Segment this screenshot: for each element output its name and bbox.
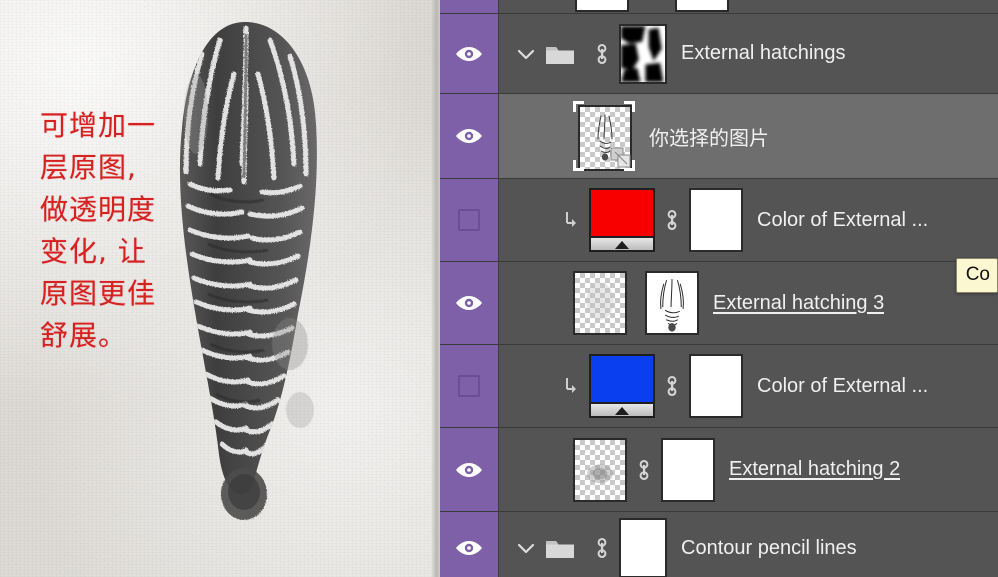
layer-row-content[interactable]: Contour pencil lines [499,512,998,577]
annotation-text: 可增加一 层原图, 做透明度 变化, 让 原图更佳 舒展。 [40,109,157,352]
clipping-mask-arrow-icon [566,378,576,393]
layers-panel[interactable]: External hatchings 你选择的图片 Color of Externa… [440,0,998,577]
color-swatch [591,190,653,236]
layer-row-partial-above[interactable] [440,0,998,14]
color-swatch [591,356,653,402]
visibility-cell[interactable] [440,0,499,13]
smart-object-thumbnail[interactable] [573,101,635,171]
layer-thumbnail[interactable] [573,437,627,502]
paper-right-edge [431,0,440,577]
layer-visibility-toggle-on[interactable] [440,428,499,511]
layer-row[interactable]: External hatching 3 [440,262,998,345]
chevron-down-icon [517,543,535,554]
gradient-slider-bar[interactable] [591,402,653,416]
layer-row-content[interactable]: External hatchings [499,14,998,93]
layer-mask-thumbnail[interactable] [689,354,743,418]
link-icon [597,537,607,559]
layer-name-label[interactable]: Contour pencil lines [681,537,857,560]
link-icon [597,43,607,64]
photoshop-layers-screen: 可增加一 层原图, 做透明度 变化, 让 原图更佳 舒展。 External h… [0,0,998,577]
layer-name-label[interactable]: Color of External ... [757,209,928,232]
transform-handle[interactable] [573,160,576,171]
layer-row[interactable]: External hatching 2 [440,428,998,512]
eye-icon [456,46,482,61]
layer-row[interactable]: External hatchings [440,14,998,94]
layer-mask-thumbnail[interactable] [619,518,667,577]
layer-mask-thumbnail[interactable] [619,23,667,84]
eye-icon [456,541,482,555]
canvas-pane[interactable]: 可增加一 层原图, 做透明度 变化, 让 原图更佳 舒展。 [0,0,440,577]
gradient-slider-bar[interactable] [591,236,653,250]
layer-row[interactable]: Color of External ... [440,179,998,262]
layer-visibility-toggle-off[interactable] [440,345,499,427]
layer-visibility-toggle-on[interactable] [440,262,499,344]
layer-visibility-toggle-on[interactable] [440,512,499,577]
clipping-mask-arrow-icon [566,212,576,227]
thumbnail-partial-b[interactable] [675,0,729,12]
link-icon [667,375,677,397]
layer-row[interactable]: 你选择的图片 [440,94,998,179]
layer-visibility-toggle-off[interactable] [440,179,499,261]
layer-row-content[interactable]: External hatching 3 [499,262,998,344]
layer-row-content[interactable]: Color of External ... [499,345,998,427]
smart-object-badge-icon [610,147,631,168]
layer-row-content[interactable]: 你选择的图片 [499,94,998,178]
layer-row-content[interactable]: External hatching 2 [499,428,998,511]
layer-name-label[interactable]: Color of External ... [757,375,928,398]
layer-name-label[interactable]: External hatching 2 [729,458,900,481]
layer-row[interactable]: Color of External ... [440,345,998,428]
layer-row-content[interactable]: Color of External ... [499,179,998,261]
layer-name-label[interactable]: External hatchings [681,42,846,65]
layer-mask-thumbnail[interactable] [661,437,715,502]
transform-handle[interactable] [632,160,635,171]
tooltip: Co [955,258,998,293]
chevron-down-icon [517,49,535,59]
eye-icon [456,462,482,477]
layer-name-label[interactable]: 你选择的图片 [649,122,769,151]
layer-name-label[interactable]: External hatching 3 [713,292,884,315]
transform-handle[interactable] [573,101,576,112]
thumbnail-partial-a[interactable] [575,0,629,12]
link-icon [667,209,677,231]
empty-checkbox-icon [458,209,480,231]
link-icon [639,459,649,480]
color-fill-thumbnail[interactable] [589,354,655,418]
layer-thumbnail[interactable] [573,271,627,335]
layer-mask-thumbnail[interactable] [689,188,743,252]
folder-icon [546,541,574,558]
empty-checkbox-icon [458,375,480,397]
color-fill-thumbnail[interactable] [589,188,655,252]
layer-visibility-toggle-on[interactable] [440,14,499,93]
layer-visibility-toggle-on[interactable] [440,94,499,178]
layer-row[interactable]: Contour pencil lines [440,512,998,577]
eye-icon [456,296,482,310]
eye-icon [456,129,482,143]
transform-handle[interactable] [632,101,635,112]
layer-mask-thumbnail[interactable] [645,271,699,335]
folder-icon [546,46,574,64]
